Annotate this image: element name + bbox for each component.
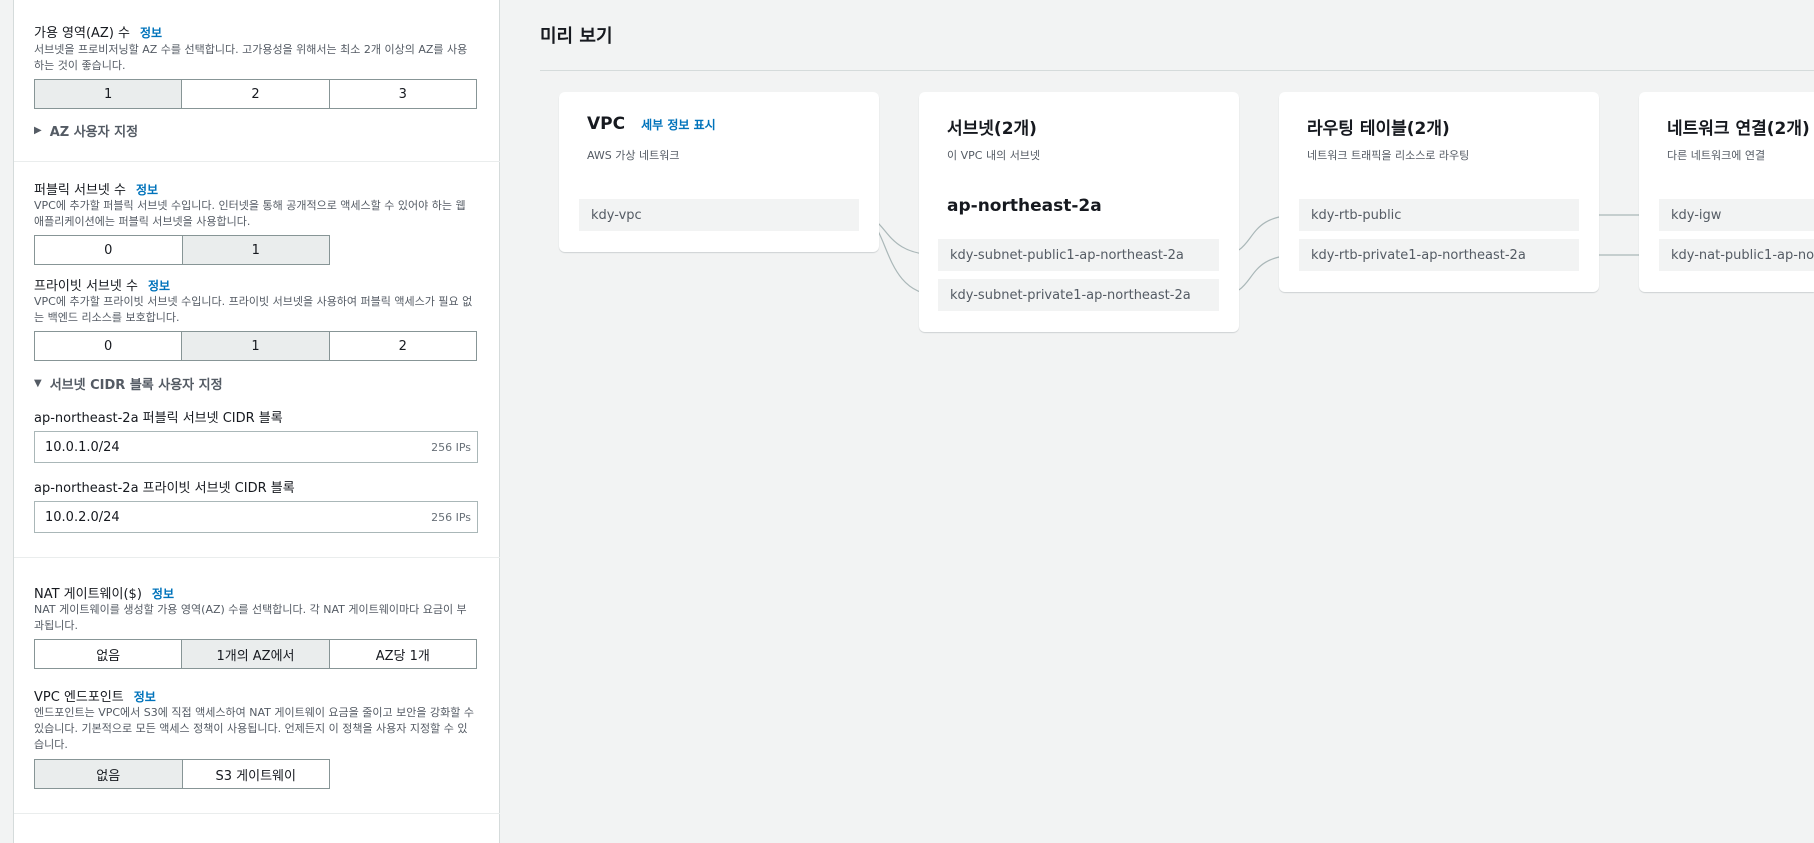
igw-resource[interactable]: kdy-igw [1659, 199, 1814, 231]
network-connections-card-title: 네트워크 연결(2개) [1667, 119, 1810, 139]
vpc-card-subtitle: AWS 가상 네트워크 [587, 149, 680, 162]
show-details-link[interactable]: 세부 정보 표시 [641, 116, 716, 133]
subnets-card-subtitle: 이 VPC 내의 서브넷 [947, 149, 1041, 162]
subnets-az-heading: ap-northeast-2a [947, 196, 1102, 216]
nat-gateway-resource[interactable]: kdy-nat-public1-ap-northeast-2a [1659, 239, 1814, 271]
subnets-card-title: 서브넷(2개) [947, 119, 1037, 139]
vpc-card-heading: VPC 세부 정보 표시 [587, 114, 716, 134]
network-connections-card: 네트워크 연결(2개) 다른 네트워크에 연결 kdy-igw kdy-nat-… [1639, 92, 1814, 292]
route-tables-card-title: 라우팅 테이블(2개) [1307, 119, 1450, 139]
network-connections-card-subtitle: 다른 네트워크에 연결 [1667, 149, 1766, 162]
public-subnet-resource[interactable]: kdy-subnet-public1-ap-northeast-2a [938, 239, 1219, 271]
vpc-card: VPC 세부 정보 표시 AWS 가상 네트워크 kdy-vpc [559, 92, 879, 252]
subnets-card: 서브넷(2개) 이 VPC 내의 서브넷 ap-northeast-2a kdy… [919, 92, 1239, 332]
route-tables-card-subtitle: 네트워크 트래픽을 리소스로 라우팅 [1307, 149, 1470, 162]
vpc-card-title: VPC [587, 114, 626, 134]
route-tables-card: 라우팅 테이블(2개) 네트워크 트래픽을 리소스로 라우팅 kdy-rtb-p… [1279, 92, 1599, 292]
vpc-resource[interactable]: kdy-vpc [579, 199, 859, 231]
private-subnet-resource[interactable]: kdy-subnet-private1-ap-northeast-2a [938, 279, 1219, 311]
public-route-table-resource[interactable]: kdy-rtb-public [1299, 199, 1579, 231]
private-route-table-resource[interactable]: kdy-rtb-private1-ap-northeast-2a [1299, 239, 1579, 271]
